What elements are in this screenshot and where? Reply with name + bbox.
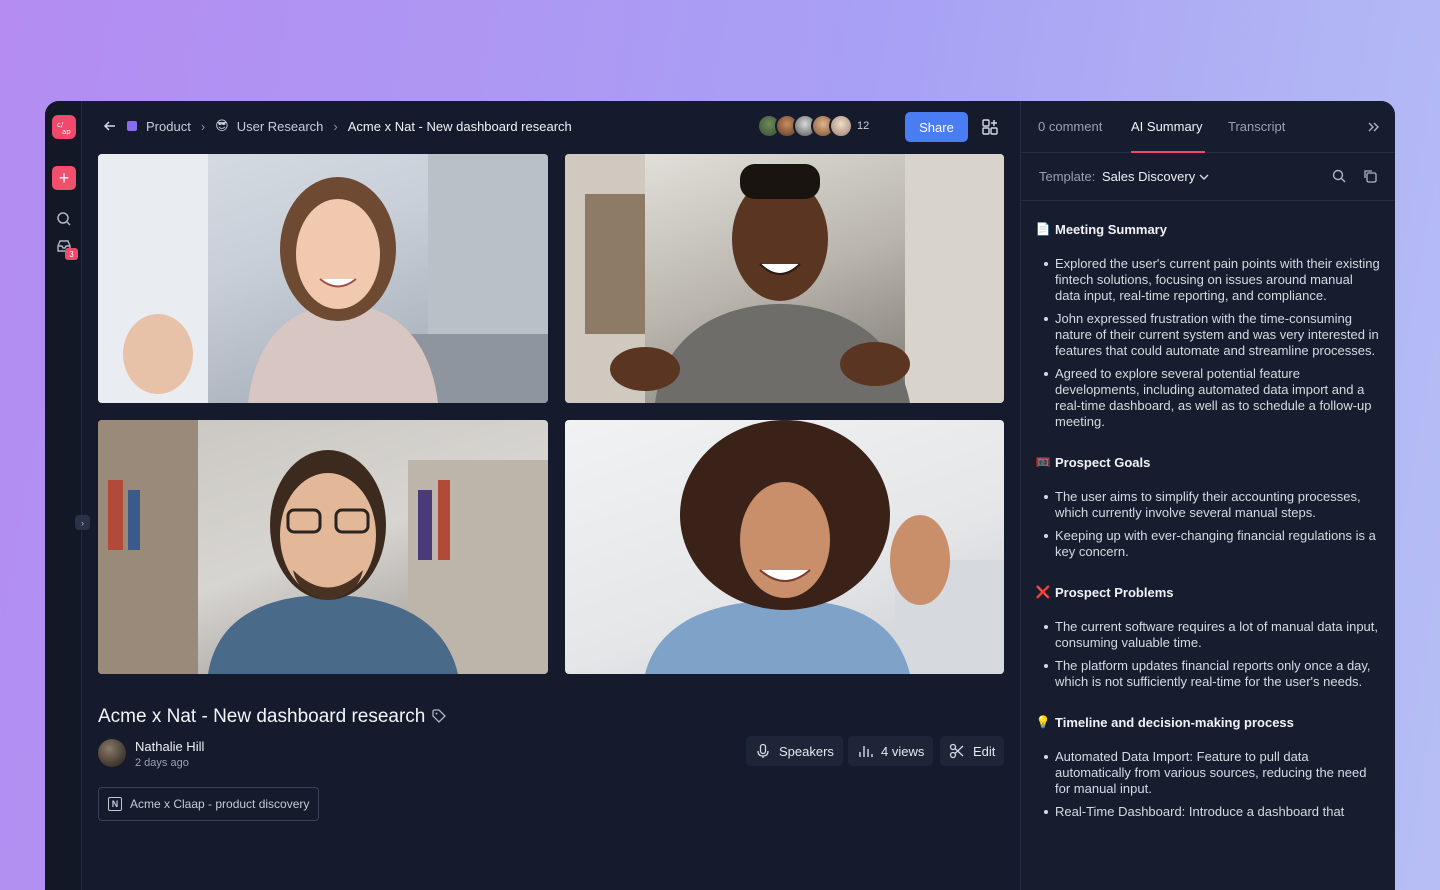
breadcrumb: Product › 😎 User Research › Acme x Nat -…: [127, 118, 572, 134]
tab-comments[interactable]: 0 comment: [1038, 119, 1102, 134]
list-item: Real-Time Dashboard: Introduce a dashboa…: [1035, 804, 1380, 820]
author-name[interactable]: Nathalie Hill: [135, 739, 204, 754]
panel-tabs: 0 comment AI Summary Transcript: [1021, 101, 1395, 153]
left-rail: c/ap + 3: [45, 101, 82, 890]
chevron-down-icon[interactable]: [1199, 173, 1209, 181]
bullet-list: Explored the user's current pain points …: [1035, 256, 1380, 430]
author-avatar: [98, 739, 126, 767]
goal-net-icon: 🥅: [1035, 455, 1051, 469]
double-chevron-right-icon[interactable]: [1367, 120, 1381, 134]
cross-mark-icon: ❌: [1035, 585, 1051, 599]
video-tile-participant-1[interactable]: [98, 154, 548, 403]
video-title: Acme x Nat - New dashboard research: [98, 706, 426, 727]
list-item: John expressed frustration with the time…: [1035, 311, 1380, 359]
back-arrow-icon[interactable]: [102, 118, 118, 134]
microphone-icon: [757, 743, 769, 758]
bullet-list: The user aims to simplify their accounti…: [1035, 489, 1380, 560]
bullet-list: The current software requires a lot of m…: [1035, 619, 1380, 690]
section-heading: 🥅 Prospect Goals: [1035, 452, 1380, 472]
linked-document[interactable]: N Acme x Claap - product discovery: [98, 787, 320, 821]
template-label: Template:: [1039, 169, 1096, 184]
svg-text:ap: ap: [62, 128, 71, 135]
participant-video-frame: [645, 420, 1004, 674]
speakers-button[interactable]: Speakers: [746, 736, 843, 766]
section-title: Prospect Problems: [1055, 584, 1174, 600]
list-item: The current software requires a lot of m…: [1035, 619, 1380, 651]
recording-time: 2 days ago: [135, 757, 189, 769]
section-prospect-goals: 🥅 Prospect Goals The user aims to simplif…: [1035, 452, 1380, 560]
tab-ai-summary[interactable]: AI Summary: [1131, 119, 1203, 134]
sunglasses-emoji-icon: 😎: [215, 118, 229, 133]
section-meeting-summary: 📄 Meeting Summary Explored the user's cur…: [1035, 219, 1380, 430]
chevron-right-icon: ›: [200, 118, 206, 134]
claap-logo-icon[interactable]: c/ap: [52, 115, 76, 139]
participant-video-frame: [98, 154, 548, 403]
expand-sidebar-handle[interactable]: ›: [75, 515, 90, 530]
list-item: The platform updates financial reports o…: [1035, 658, 1380, 690]
section-heading: 💡 Timeline and decision-making process: [1035, 712, 1380, 732]
breadcrumb-item-current: Acme x Nat - New dashboard research: [347, 118, 572, 134]
views-label: 4 views: [881, 743, 925, 759]
section-title: Timeline and decision-making process: [1055, 714, 1294, 730]
linked-document-title: Acme x Claap - product discovery: [130, 797, 310, 811]
breadcrumb-item-product[interactable]: Product: [146, 119, 191, 134]
video-tile-participant-2[interactable]: [565, 154, 1004, 403]
participant-video-frame: [565, 154, 1004, 403]
search-icon[interactable]: [55, 210, 73, 228]
light-bulb-icon: 💡: [1035, 715, 1051, 729]
section-title: Prospect Goals: [1055, 454, 1151, 470]
section-heading: ❌ Prospect Problems: [1035, 582, 1380, 602]
section-title: Meeting Summary: [1055, 221, 1167, 237]
search-icon[interactable]: [1331, 168, 1347, 184]
inbox-badge: 3: [65, 248, 78, 260]
document-icon: 📄: [1035, 222, 1051, 236]
new-recording-button[interactable]: +: [52, 166, 76, 190]
bar-chart-icon: [859, 746, 873, 757]
template-dropdown[interactable]: Sales Discovery: [1102, 169, 1195, 184]
chevron-right-icon: ›: [333, 118, 338, 134]
list-item: Automated Data Import: Feature to pull d…: [1035, 749, 1380, 797]
product-folder-icon: [127, 121, 137, 131]
app-window: c/ap + 3 › Product › 😎 User Research › A…: [45, 101, 1395, 890]
tab-transcript[interactable]: Transcript: [1228, 119, 1285, 134]
section-prospect-problems: ❌ Prospect Problems The current software …: [1035, 582, 1380, 690]
ai-summary-panel: 0 comment AI Summary Transcript Template…: [1020, 101, 1395, 890]
apps-grid-icon[interactable]: [981, 118, 999, 136]
participant-video-frame: [98, 420, 548, 674]
notion-icon: N: [108, 797, 122, 811]
list-item: Keeping up with ever-changing financial …: [1035, 528, 1380, 560]
bullet-list: Automated Data Import: Feature to pull d…: [1035, 749, 1380, 820]
scissors-icon: [949, 743, 964, 759]
tag-icon[interactable]: [431, 708, 447, 724]
copy-icon[interactable]: [1362, 168, 1378, 184]
section-timeline: 💡 Timeline and decision-making process Au…: [1035, 712, 1380, 820]
list-item: Explored the user's current pain points …: [1035, 256, 1380, 304]
edit-label: Edit: [973, 743, 996, 759]
share-button[interactable]: Share: [905, 112, 968, 142]
participant-avatars[interactable]: 12: [757, 114, 869, 138]
breadcrumb-item-user-research[interactable]: User Research: [237, 119, 324, 134]
ai-summary-content: 📄 Meeting Summary Explored the user's cur…: [1035, 219, 1380, 842]
list-item: Agreed to explore several potential feat…: [1035, 366, 1380, 430]
video-tile-participant-4[interactable]: [565, 420, 1004, 674]
views-button[interactable]: 4 views: [848, 736, 934, 766]
video-tile-participant-3[interactable]: [98, 420, 548, 674]
edit-button[interactable]: Edit: [940, 736, 1005, 766]
speakers-label: Speakers: [779, 743, 834, 759]
section-heading: 📄 Meeting Summary: [1035, 219, 1380, 239]
top-bar: Product › 😎 User Research › Acme x Nat -…: [82, 101, 1020, 153]
list-item: The user aims to simplify their accounti…: [1035, 489, 1380, 521]
avatar: [829, 114, 853, 138]
participant-count: 12: [857, 120, 870, 132]
